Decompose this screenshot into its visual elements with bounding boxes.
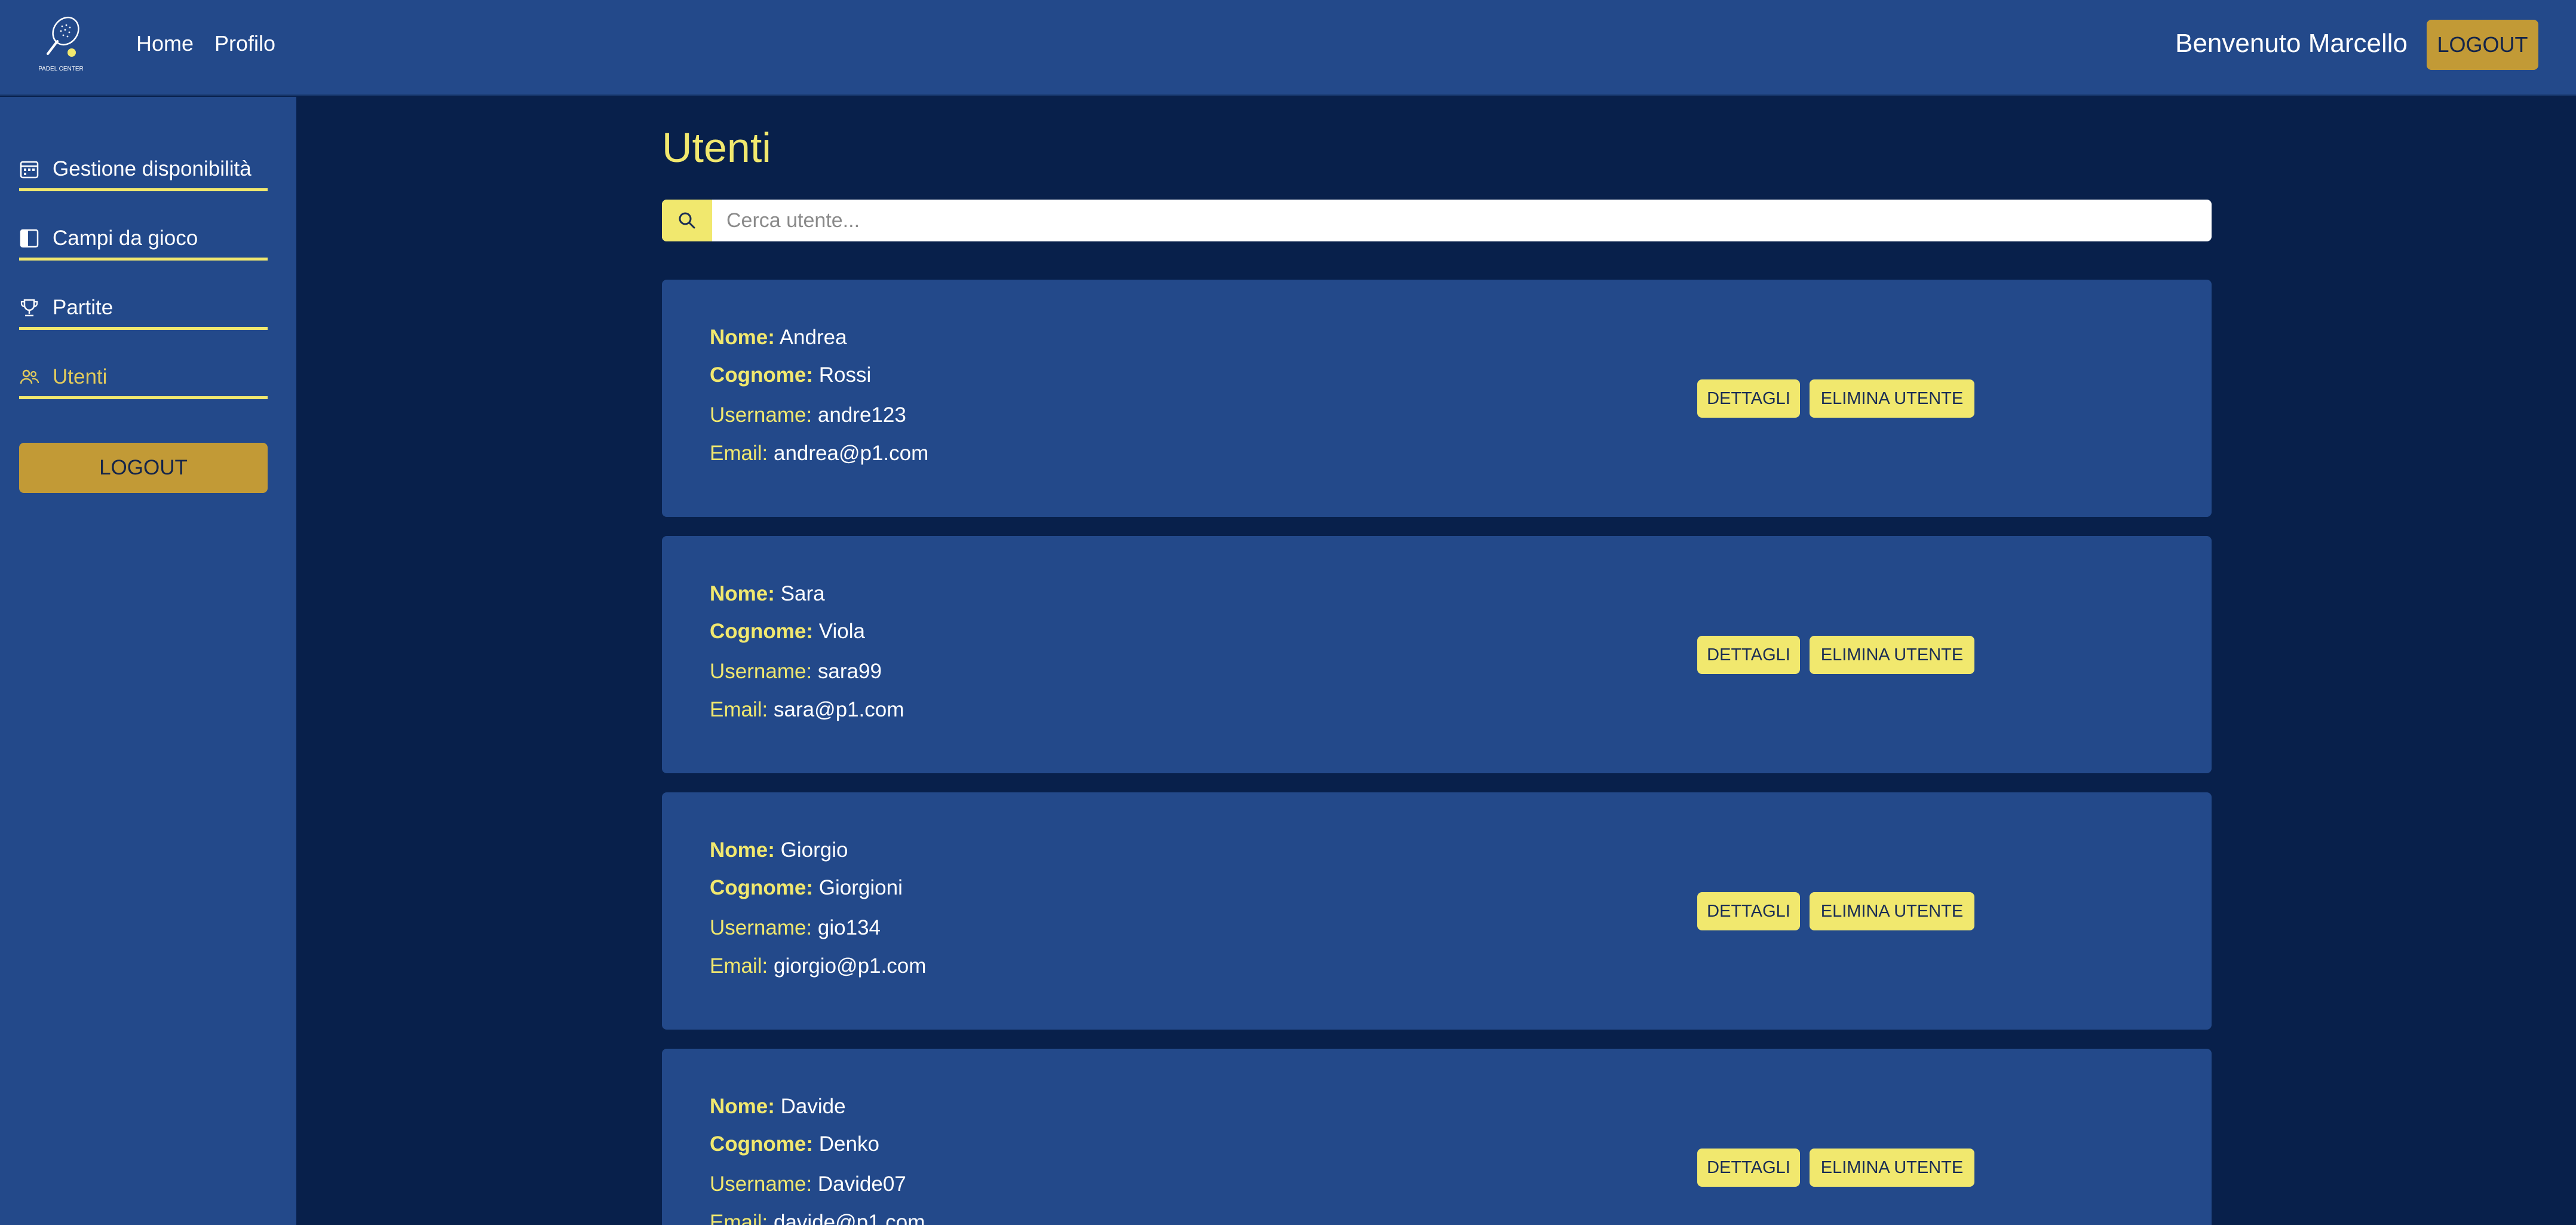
sidebar-logout-button[interactable]: LOGOUT bbox=[19, 443, 268, 493]
top-navbar: PADEL CENTER Home Profilo Benvenuto Marc… bbox=[0, 0, 2576, 96]
calendar-icon bbox=[20, 161, 39, 179]
username-value: sara99 bbox=[817, 660, 882, 683]
cognome-label: Cognome: bbox=[710, 1132, 814, 1156]
user-details-button[interactable]: DETTAGLI bbox=[1697, 1149, 1800, 1187]
search-button[interactable] bbox=[662, 200, 712, 241]
welcome-message: Benvenuto Marcello bbox=[2175, 29, 2408, 58]
sidebar-item-partite[interactable]: Partite bbox=[19, 288, 268, 330]
email-value: sara@p1.com bbox=[773, 698, 904, 721]
user-email: Email: sara@p1.com bbox=[710, 696, 904, 724]
email-value: giorgio@p1.com bbox=[773, 954, 927, 978]
email-label: Email: bbox=[710, 698, 768, 721]
nome-label: Nome: bbox=[710, 1095, 775, 1118]
sidebar-item-label: Campi da gioco bbox=[53, 226, 198, 250]
delete-user-button[interactable]: ELIMINA UTENTE bbox=[1810, 892, 1974, 930]
header-logout-button[interactable]: LOGOUT bbox=[2427, 20, 2538, 70]
nome-value: Andrea bbox=[779, 326, 847, 349]
email-value: davide@p1.com bbox=[773, 1211, 925, 1225]
email-label: Email: bbox=[710, 442, 768, 465]
email-value: andrea@p1.com bbox=[773, 442, 929, 465]
username-label: Username: bbox=[710, 660, 812, 683]
court-icon bbox=[20, 229, 39, 248]
sidebar-item-gestione-disponibilita[interactable]: Gestione disponibilità bbox=[19, 149, 268, 191]
username-value: gio134 bbox=[817, 916, 881, 939]
nome-value: Sara bbox=[780, 582, 825, 605]
users-icon bbox=[20, 369, 39, 384]
user-email: Email: davide@p1.com bbox=[710, 1209, 925, 1225]
username-label: Username: bbox=[710, 1172, 812, 1196]
sidebar-item-campi-da-gioco[interactable]: Campi da gioco bbox=[19, 219, 268, 261]
cognome-label: Cognome: bbox=[710, 363, 814, 387]
user-cognome: Cognome: Rossi bbox=[710, 362, 871, 389]
cognome-label: Cognome: bbox=[710, 620, 814, 643]
user-email: Email: andrea@p1.com bbox=[710, 440, 928, 467]
search-icon bbox=[679, 212, 695, 229]
nav-home-link[interactable]: Home bbox=[136, 30, 194, 57]
username-value: Davide07 bbox=[817, 1172, 906, 1196]
user-email: Email: giorgio@p1.com bbox=[710, 953, 926, 980]
trophy-icon bbox=[20, 299, 38, 317]
user-search-bar bbox=[662, 200, 2212, 241]
user-nome: Nome: Davide bbox=[710, 1093, 846, 1120]
sidebar-item-label: Utenti bbox=[53, 365, 108, 388]
email-label: Email: bbox=[710, 1211, 768, 1225]
username-value: andre123 bbox=[817, 403, 906, 427]
sidebar-item-label: Gestione disponibilità bbox=[53, 157, 252, 180]
username-label: Username: bbox=[710, 403, 812, 427]
nav-profile-link[interactable]: Profilo bbox=[214, 30, 275, 57]
user-username: Username: Davide07 bbox=[710, 1171, 906, 1198]
logo-text: PADEL CENTER bbox=[38, 66, 84, 72]
user-card: Nome: Sara Cognome: Viola Username: sara… bbox=[662, 536, 2212, 773]
user-nome: Nome: Sara bbox=[710, 580, 825, 608]
user-details-button[interactable]: DETTAGLI bbox=[1697, 892, 1800, 930]
sidebar-item-utenti[interactable]: Utenti bbox=[19, 357, 268, 399]
search-input[interactable] bbox=[712, 200, 2212, 241]
user-cognome: Cognome: Giorgioni bbox=[710, 874, 903, 902]
padel-center-logo[interactable]: PADEL CENTER bbox=[30, 13, 93, 76]
user-card: Nome: Giorgio Cognome: Giorgioni Usernam… bbox=[662, 792, 2212, 1030]
cognome-value: Denko bbox=[818, 1132, 879, 1156]
app-root: PADEL CENTER Home Profilo Benvenuto Marc… bbox=[0, 0, 2576, 1225]
sidebar-item-label: Partite bbox=[53, 296, 114, 319]
user-cognome: Cognome: Viola bbox=[710, 618, 865, 645]
user-card: Nome: Andrea Cognome: Rossi Username: an… bbox=[662, 280, 2212, 517]
user-cognome: Cognome: Denko bbox=[710, 1131, 879, 1158]
cognome-value: Giorgioni bbox=[818, 876, 903, 899]
page-title: Utenti bbox=[662, 124, 771, 171]
user-details-button[interactable]: DETTAGLI bbox=[1697, 636, 1800, 674]
user-card: Nome: Davide Cognome: Denko Username: Da… bbox=[662, 1049, 2212, 1225]
nome-label: Nome: bbox=[710, 582, 775, 605]
nome-value: Giorgio bbox=[780, 838, 848, 862]
delete-user-button[interactable]: ELIMINA UTENTE bbox=[1810, 379, 1974, 418]
user-username: Username: andre123 bbox=[710, 402, 906, 429]
sidebar: Gestione disponibilità Campi da gioco Pa… bbox=[0, 97, 296, 1225]
delete-user-button[interactable]: ELIMINA UTENTE bbox=[1810, 636, 1974, 674]
nome-label: Nome: bbox=[710, 326, 775, 349]
cognome-value: Rossi bbox=[818, 363, 872, 387]
email-label: Email: bbox=[710, 954, 768, 978]
cognome-value: Viola bbox=[818, 620, 865, 643]
nome-value: Davide bbox=[780, 1095, 846, 1118]
delete-user-button[interactable]: ELIMINA UTENTE bbox=[1810, 1149, 1974, 1187]
username-label: Username: bbox=[710, 916, 812, 939]
user-details-button[interactable]: DETTAGLI bbox=[1697, 379, 1800, 418]
nome-label: Nome: bbox=[710, 838, 775, 862]
user-username: Username: sara99 bbox=[710, 658, 882, 685]
user-username: Username: gio134 bbox=[710, 914, 881, 942]
user-nome: Nome: Giorgio bbox=[710, 837, 848, 864]
user-nome: Nome: Andrea bbox=[710, 324, 847, 351]
cognome-label: Cognome: bbox=[710, 876, 814, 899]
